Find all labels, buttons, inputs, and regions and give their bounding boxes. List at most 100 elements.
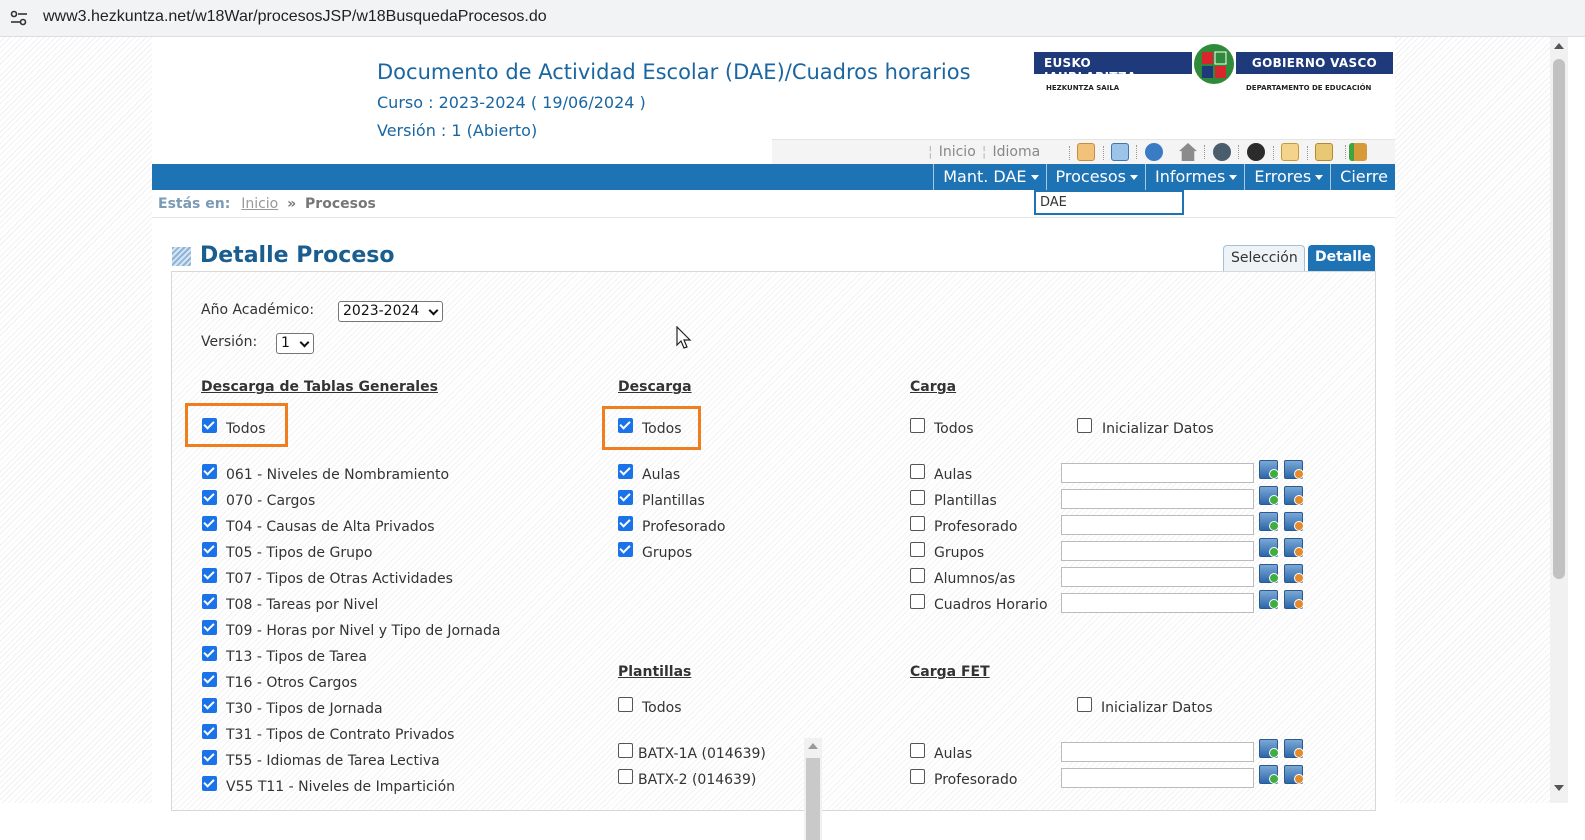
carga-cuadros-checkbox[interactable] [910, 594, 925, 609]
tabla-label: T05 - Tipos de Grupo [226, 545, 373, 561]
carga-alumnos-checkbox[interactable] [910, 568, 925, 583]
tabla-checkbox[interactable] [202, 568, 217, 583]
calendar-icon[interactable] [1069, 143, 1095, 161]
upload-file-icon[interactable] [1259, 486, 1279, 505]
carga-plantillas-checkbox[interactable] [910, 490, 925, 505]
school-icon[interactable] [1103, 143, 1129, 161]
nav-procesos[interactable]: Procesos [1045, 164, 1145, 190]
carga-profesorado-file-input[interactable] [1061, 515, 1254, 535]
tabla-checkbox[interactable] [202, 750, 217, 765]
inicio-link[interactable]: Inicio [936, 144, 979, 160]
plantillas-list-scrollbar[interactable] [804, 738, 822, 840]
tabla-checkbox[interactable] [202, 724, 217, 739]
descarga-tablas-todos-label: Todos [226, 421, 266, 437]
tabla-checkbox[interactable] [202, 542, 217, 557]
tabla-checkbox[interactable] [202, 490, 217, 505]
upload-file-icon[interactable] [1259, 765, 1279, 784]
nav-informes[interactable]: Informes [1145, 164, 1244, 190]
scroll-thumb[interactable] [1553, 59, 1565, 579]
carga-inicializar-checkbox[interactable] [1077, 418, 1092, 433]
exit-icon[interactable] [1345, 143, 1367, 161]
nav-mant-dae[interactable]: Mant. DAE [933, 164, 1045, 190]
home-icon[interactable] [1179, 143, 1197, 161]
info-icon[interactable] [1238, 143, 1265, 161]
descarga-aulas-checkbox[interactable] [618, 464, 633, 479]
plantilla-checkbox[interactable] [618, 769, 633, 784]
help-icon[interactable] [1136, 143, 1163, 161]
scroll-thumb[interactable] [806, 758, 820, 840]
carga-plantillas-file-input[interactable] [1061, 489, 1254, 509]
plantilla-checkbox[interactable] [618, 743, 633, 758]
scroll-up-arrow-icon[interactable] [1554, 43, 1564, 49]
delete-file-icon[interactable] [1284, 538, 1304, 557]
anio-select-value: 2023-2024 [343, 303, 420, 319]
globe-icon[interactable] [1204, 143, 1231, 161]
descarga-grupos-checkbox[interactable] [618, 542, 633, 557]
upload-file-icon[interactable] [1259, 590, 1279, 609]
tabla-label: T07 - Tipos de Otras Actividades [226, 571, 453, 587]
carga-profesorado-checkbox[interactable] [910, 516, 925, 531]
carga-alumnos-file-input[interactable] [1061, 567, 1254, 587]
anio-label: Año Académico: [201, 302, 315, 318]
delete-file-icon[interactable] [1284, 739, 1304, 758]
upload-file-icon[interactable] [1259, 538, 1279, 557]
descarga-tablas-todos-checkbox[interactable] [202, 418, 217, 433]
tabla-checkbox[interactable] [202, 776, 217, 791]
page-scrollbar[interactable] [1550, 37, 1568, 803]
procesos-dropdown-item-dae[interactable]: DAE [1034, 190, 1184, 215]
idioma-link[interactable]: Idioma [989, 144, 1043, 160]
caret-down-icon [1130, 175, 1138, 180]
descarga-profesorado-checkbox[interactable] [618, 516, 633, 531]
carga-aulas-file-input[interactable] [1061, 463, 1254, 483]
carga-fet-inicializar-checkbox[interactable] [1077, 697, 1092, 712]
scroll-up-arrow-icon[interactable] [808, 743, 818, 749]
upload-file-icon[interactable] [1259, 512, 1279, 531]
breadcrumb-inicio-link[interactable]: Inicio [241, 196, 278, 212]
descarga-todos-checkbox[interactable] [618, 418, 633, 433]
tabla-checkbox[interactable] [202, 646, 217, 661]
nav-cierre[interactable]: Cierre [1330, 164, 1395, 190]
scroll-down-arrow-icon[interactable] [1554, 785, 1564, 791]
delete-file-icon[interactable] [1284, 590, 1304, 609]
tabla-checkbox[interactable] [202, 464, 217, 479]
descarga-grupos-label: Grupos [642, 545, 693, 561]
descarga-plantillas-label: Plantillas [642, 493, 705, 509]
carga-fet-aulas-file-input[interactable] [1061, 742, 1254, 762]
anio-select[interactable]: 2023-2024 [338, 301, 443, 322]
tabla-label: T09 - Horas por Nivel y Tipo de Jornada [226, 623, 501, 639]
carga-grupos-label: Grupos [934, 545, 985, 561]
site-settings-icon[interactable] [10, 10, 28, 26]
tabla-checkbox[interactable] [202, 698, 217, 713]
upload-file-icon[interactable] [1259, 460, 1279, 479]
carga-aulas-checkbox[interactable] [910, 464, 925, 479]
tab-detalle[interactable]: Detalle [1308, 245, 1375, 271]
tabla-checkbox[interactable] [202, 594, 217, 609]
url-text[interactable]: www3.hezkuntza.net/w18War/procesosJSP/w1… [43, 8, 547, 26]
mail-icon[interactable] [1273, 143, 1299, 161]
nav-errores[interactable]: Errores [1244, 164, 1330, 190]
descarga-plantillas-checkbox[interactable] [618, 490, 633, 505]
tabla-checkbox[interactable] [202, 516, 217, 531]
plantillas-todos-checkbox[interactable] [618, 697, 633, 712]
carga-todos-checkbox[interactable] [910, 418, 925, 433]
tabla-checkbox[interactable] [202, 620, 217, 635]
carga-fet-profesorado-checkbox[interactable] [910, 769, 925, 784]
delete-file-icon[interactable] [1284, 564, 1304, 583]
carga-fet-inicializar-label: Inicializar Datos [1101, 700, 1213, 716]
carga-cuadros-file-input[interactable] [1061, 593, 1254, 613]
edit-icon[interactable] [1307, 143, 1333, 161]
tab-seleccion[interactable]: Selección [1223, 245, 1305, 271]
upload-file-icon[interactable] [1259, 564, 1279, 583]
delete-file-icon[interactable] [1284, 486, 1304, 505]
delete-file-icon[interactable] [1284, 460, 1304, 479]
carga-grupos-file-input[interactable] [1061, 541, 1254, 561]
carga-fet-profesorado-file-input[interactable] [1061, 768, 1254, 788]
delete-file-icon[interactable] [1284, 765, 1304, 784]
tabla-checkbox[interactable] [202, 672, 217, 687]
version-select[interactable]: 1 [276, 333, 314, 354]
carga-grupos-checkbox[interactable] [910, 542, 925, 557]
carga-fet-aulas-checkbox[interactable] [910, 743, 925, 758]
upload-file-icon[interactable] [1259, 739, 1279, 758]
delete-file-icon[interactable] [1284, 512, 1304, 531]
logo-left-subtitle: HEZKUNTZA SAILA [1046, 84, 1120, 92]
